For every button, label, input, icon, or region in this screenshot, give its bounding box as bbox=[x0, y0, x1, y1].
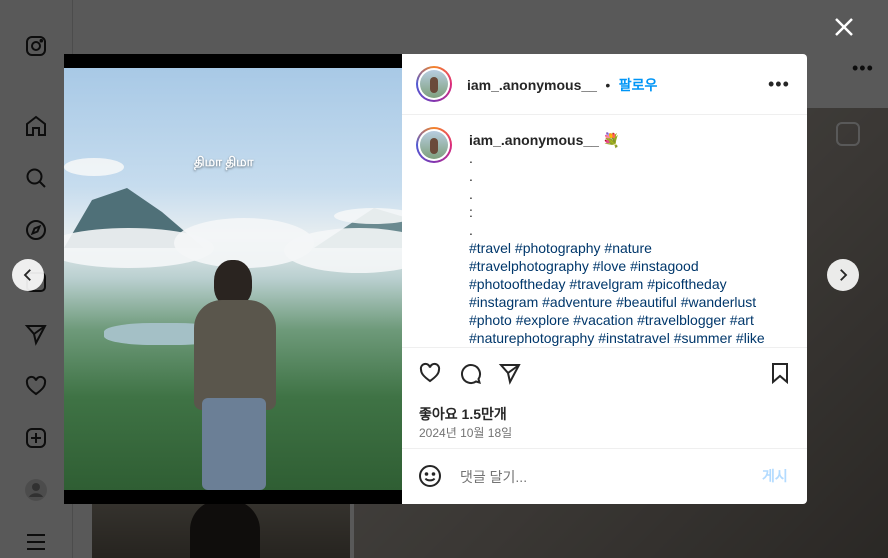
next-post-button[interactable] bbox=[827, 259, 859, 291]
more-options-icon[interactable]: ••• bbox=[768, 74, 790, 95]
add-comment-bar: 게시 bbox=[402, 450, 807, 504]
author-username[interactable]: iam_.anonymous__ bbox=[467, 77, 597, 93]
post-media: திமா திமா bbox=[64, 54, 402, 504]
previous-post-button[interactable] bbox=[12, 259, 44, 291]
caption-emoji: 💐 bbox=[602, 132, 621, 148]
hashtag-line[interactable]: #photooftheday #travelgram #picoftheday bbox=[469, 275, 789, 293]
media-overlay-text: திமா திமா bbox=[194, 154, 254, 169]
person-legs bbox=[202, 398, 266, 490]
close-icon[interactable] bbox=[832, 15, 856, 39]
caption-line: : bbox=[469, 204, 473, 220]
caption-line: . bbox=[469, 150, 473, 166]
post-header: iam_.anonymous__ • 팔로우 ••• bbox=[402, 54, 807, 115]
comment-icon[interactable] bbox=[458, 361, 484, 387]
save-bookmark-icon[interactable] bbox=[768, 361, 794, 387]
caption-line: . bbox=[469, 186, 473, 202]
follow-button[interactable]: 팔로우 bbox=[619, 77, 658, 93]
post-details-panel: iam_.anonymous__ • 팔로우 ••• iam_.anonymou… bbox=[402, 54, 807, 504]
separator-dot: • bbox=[605, 77, 611, 93]
author-avatar[interactable] bbox=[416, 66, 452, 102]
comment-input[interactable] bbox=[458, 464, 742, 490]
like-icon[interactable] bbox=[418, 361, 444, 387]
hashtag-line[interactable]: #travelphotography #love #instagood bbox=[469, 257, 789, 275]
emoji-icon[interactable] bbox=[418, 464, 444, 490]
post-actions: 좋아요 1.5만개 2024년 10월 18일 bbox=[402, 348, 807, 449]
caption-line: . bbox=[469, 168, 473, 184]
caption-author-avatar[interactable] bbox=[416, 127, 452, 163]
post-comment-button[interactable]: 게시 bbox=[762, 466, 788, 486]
share-icon[interactable] bbox=[498, 361, 524, 387]
post-caption: iam_.anonymous__ 💐 . . . : . #travel #ph… bbox=[469, 131, 789, 347]
hashtag-line[interactable]: #naturephotography #instatravel #summer … bbox=[469, 329, 789, 347]
caption-username[interactable]: iam_.anonymous__ bbox=[469, 132, 599, 148]
hashtag-line[interactable]: #instagram #adventure #beautiful #wander… bbox=[469, 293, 789, 311]
hashtag-line[interactable]: #travel #photography #nature bbox=[469, 239, 789, 257]
hashtag-line[interactable]: #photo #explore #vacation #travelblogger… bbox=[469, 311, 789, 329]
caption-line: . bbox=[469, 222, 473, 238]
post-image[interactable]: திமா திமா bbox=[64, 68, 402, 490]
post-modal: திமா திமா iam_.anonymous__ • 팔로우 ••• iam… bbox=[64, 54, 807, 504]
person-body bbox=[194, 300, 276, 410]
likes-count[interactable]: 좋아요 1.5만개 bbox=[419, 404, 507, 424]
post-date[interactable]: 2024년 10월 18일 bbox=[419, 424, 512, 441]
comments-section[interactable]: iam_.anonymous__ 💐 . . . : . #travel #ph… bbox=[402, 115, 807, 348]
